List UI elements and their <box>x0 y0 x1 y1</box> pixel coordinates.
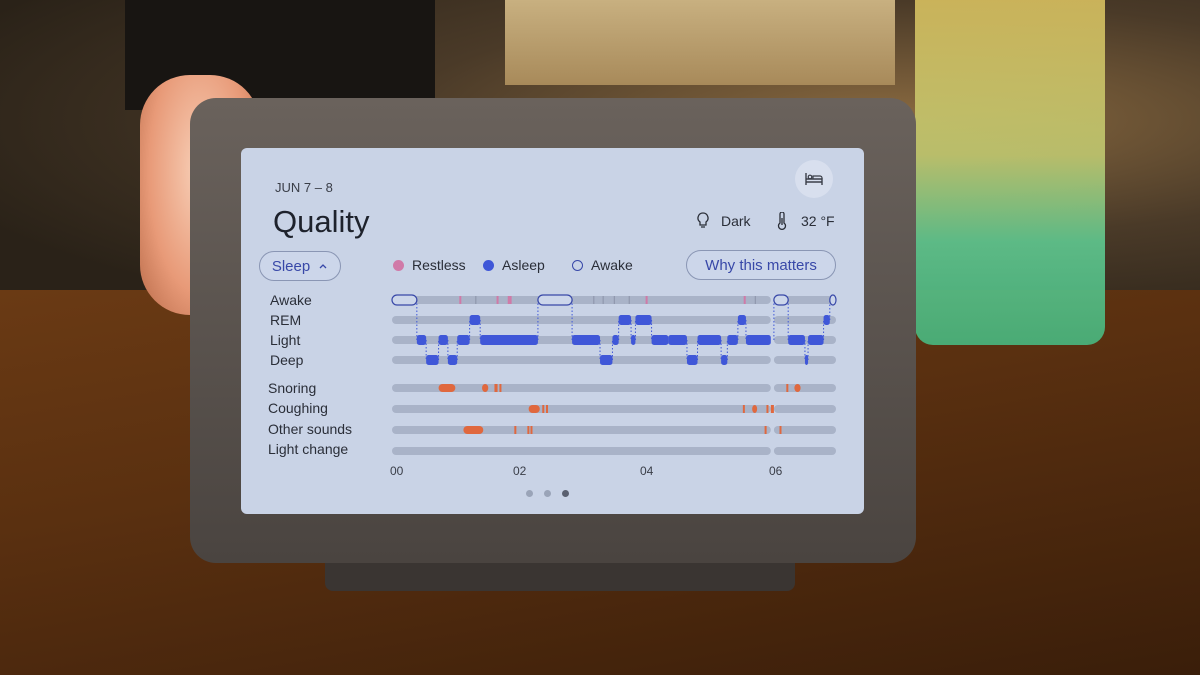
sound-event-other-sounds <box>779 426 782 434</box>
stage-segment-light <box>745 335 771 345</box>
sound-event-snoring <box>794 384 801 392</box>
stage-segment-light <box>727 335 738 345</box>
sound-event-other-sounds <box>514 426 517 434</box>
device-screen: JUN 7 – 8 Quality Dark 32 °F Sleep Restl… <box>241 148 864 514</box>
lamp-shade <box>505 0 895 85</box>
restless-mark <box>496 296 499 304</box>
stage-segment-light <box>631 335 636 345</box>
stage-segment-deep <box>600 355 613 365</box>
stage-segment-rem <box>635 315 652 325</box>
stage-segment-light <box>697 335 722 345</box>
axis-tick-02: 02 <box>513 464 527 478</box>
stage-segment-deep <box>686 355 698 365</box>
awake-segment <box>773 294 789 306</box>
track-other-sounds <box>773 426 836 434</box>
track-coughing <box>773 405 836 413</box>
stage-segment-light <box>416 335 427 345</box>
stage-segment-light <box>438 335 448 345</box>
axis-tick-04: 04 <box>640 464 654 478</box>
page-dot-1[interactable] <box>526 490 533 497</box>
track-light-change <box>773 447 836 455</box>
awake-segment <box>537 294 573 306</box>
restless-mark <box>507 296 510 304</box>
stage-segment-light <box>788 335 805 345</box>
sound-event-coughing <box>546 405 549 413</box>
sound-event-other-sounds <box>527 426 530 434</box>
sound-event-coughing <box>752 405 758 413</box>
stage-segment-light <box>668 335 687 345</box>
track-other-sounds <box>392 426 771 434</box>
sound-event-other-sounds <box>530 426 533 434</box>
awake-segment <box>391 294 418 306</box>
stage-segment-deep <box>447 355 458 365</box>
sound-event-snoring <box>499 384 502 392</box>
stage-segment-rem <box>823 315 830 325</box>
sound-event-snoring <box>482 384 489 392</box>
sound-event-coughing <box>742 405 745 413</box>
restless-mark <box>459 296 462 304</box>
track-awake <box>392 296 771 304</box>
restless-mark <box>509 296 512 304</box>
track-coughing <box>392 405 771 413</box>
restless-mark <box>743 296 746 304</box>
stage-segment-light <box>480 335 538 345</box>
stage-segment-deep <box>804 355 809 365</box>
sound-event-snoring <box>438 384 456 392</box>
page-dot-2[interactable] <box>544 490 551 497</box>
stage-segment-rem <box>618 315 632 325</box>
sleep-timeline-chart <box>391 294 837 455</box>
water-bottle <box>915 0 1105 345</box>
page-dot-3-active[interactable] <box>562 490 569 497</box>
sound-event-other-sounds <box>463 426 484 434</box>
stage-segment-deep <box>426 355 439 365</box>
track-rem <box>392 316 771 324</box>
sound-event-coughing <box>528 405 540 413</box>
axis-tick-06: 06 <box>769 464 783 478</box>
stage-segment-light <box>457 335 470 345</box>
stage-segment-rem <box>469 315 481 325</box>
awake-segment <box>829 294 837 306</box>
stage-segment-deep <box>721 355 728 365</box>
sound-event-coughing <box>770 405 774 413</box>
track-light-change <box>392 447 771 455</box>
sound-event-coughing <box>542 405 545 413</box>
stage-segment-light <box>808 335 824 345</box>
stage-segment-rem <box>737 315 746 325</box>
stage-segment-light <box>651 335 669 345</box>
sound-event-other-sounds <box>764 426 767 434</box>
page-indicator <box>526 490 569 497</box>
track-snoring <box>773 384 836 392</box>
sound-event-snoring <box>494 384 498 392</box>
stage-segment-light <box>612 335 619 345</box>
axis-tick-00: 00 <box>390 464 404 478</box>
sound-event-snoring <box>786 384 789 392</box>
restless-mark <box>645 296 648 304</box>
stage-segment-light <box>572 335 601 345</box>
sound-event-coughing <box>766 405 769 413</box>
